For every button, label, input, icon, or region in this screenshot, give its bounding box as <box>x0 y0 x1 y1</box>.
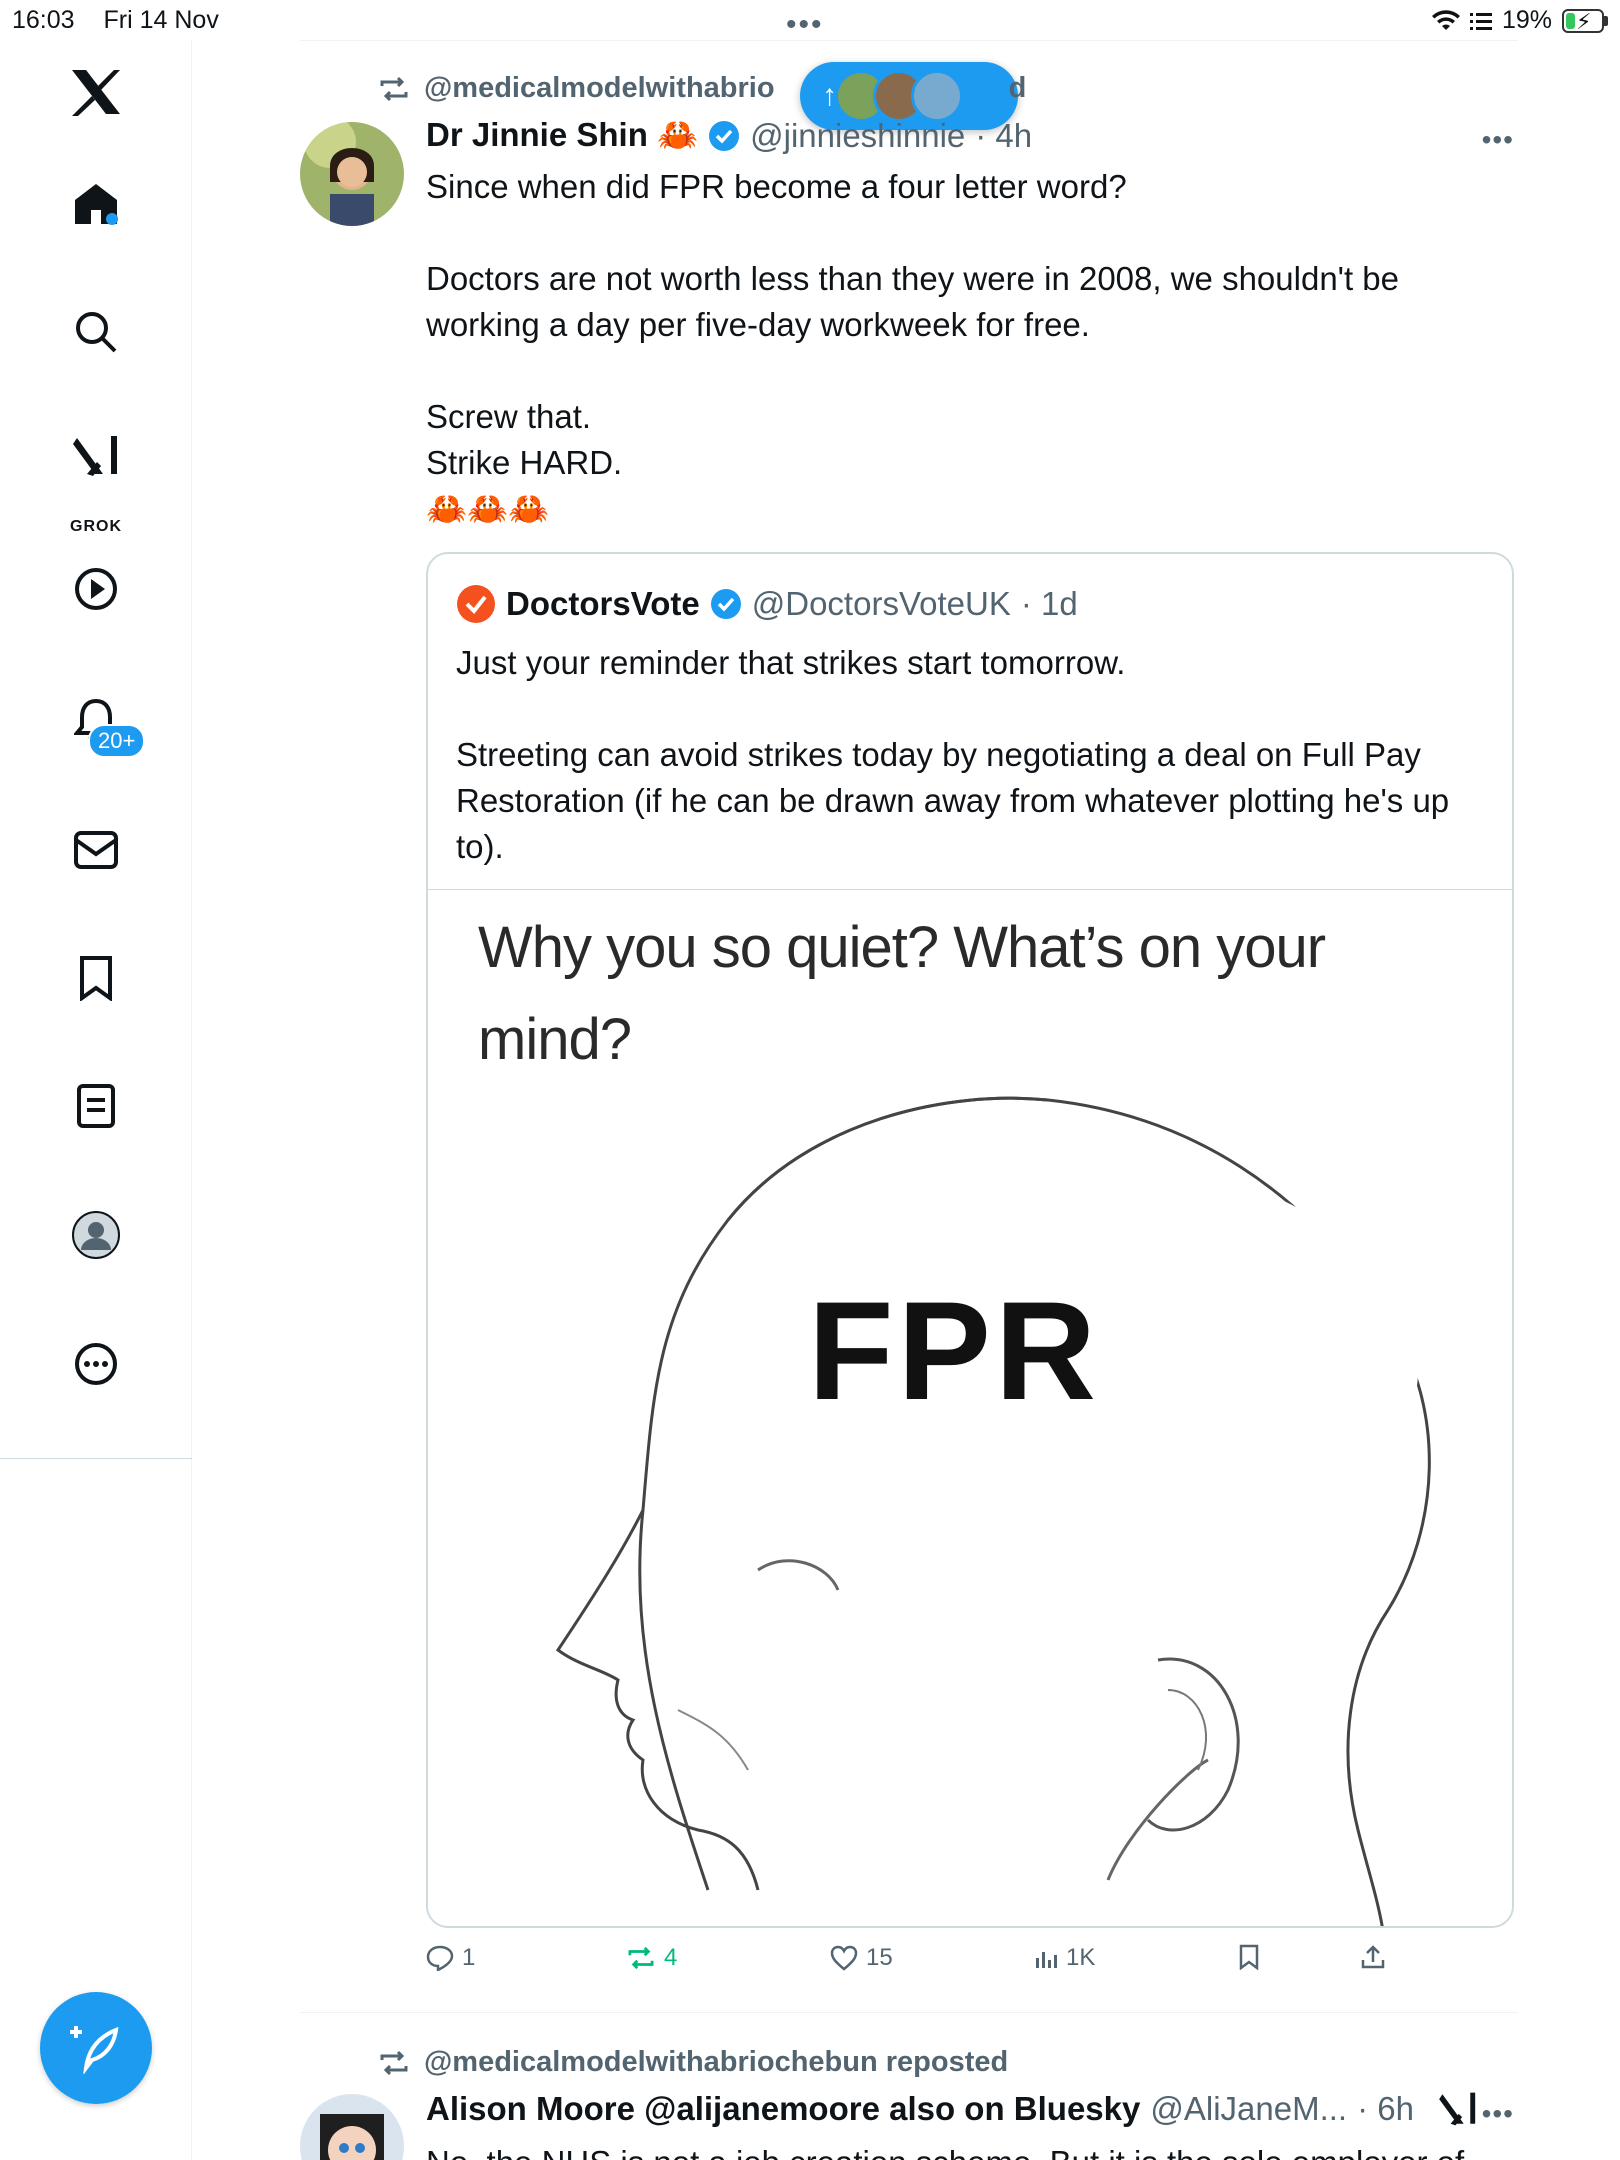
repost-button[interactable]: 4 <box>626 1944 677 1972</box>
post-more-icon[interactable]: ••• <box>1482 2098 1514 2130</box>
lists-icon[interactable] <box>68 1078 124 1134</box>
post-action-bar: 1 4 15 1K <box>426 1944 1426 1984</box>
repost-indicator: @medicalmodelwithabrio d <box>378 72 1026 105</box>
previous-post-more-icon: ••• <box>786 8 824 41</box>
bookmark-icon <box>1239 1944 1259 1970</box>
views-button[interactable]: 1K <box>1034 1944 1095 1972</box>
author-handle[interactable]: @jinnieshinnie <box>750 117 965 155</box>
repost-icon <box>380 76 408 101</box>
author-avatar[interactable] <box>300 2094 404 2160</box>
orientation-lock-icon <box>1469 12 1492 30</box>
quote-meme-image[interactable]: Why you so quiet? What’s on your mind? F… <box>428 889 1512 1926</box>
like-button[interactable]: 15 <box>830 1944 893 1972</box>
quote-time: · 1d <box>1020 585 1078 622</box>
grok-icon[interactable] <box>1438 2091 1478 2127</box>
quote-handle: @DoctorsVoteUK <box>751 585 1011 622</box>
status-time: 16:03 <box>12 6 75 34</box>
post-time[interactable]: · 6h <box>1357 2090 1414 2128</box>
share-icon <box>1361 1945 1385 1969</box>
post-time[interactable]: · 4h <box>975 117 1032 155</box>
reply-button[interactable]: 1 <box>426 1944 475 1972</box>
author-avatar[interactable] <box>300 122 404 226</box>
post-more-icon[interactable]: ••• <box>1482 124 1514 156</box>
profile-avatar-icon[interactable] <box>68 1207 124 1263</box>
video-icon[interactable] <box>68 561 124 617</box>
heart-icon <box>830 1945 858 1971</box>
author-name[interactable]: Dr Jinnie Shin 🦀 <box>426 116 698 155</box>
repost-icon <box>628 1946 654 1970</box>
doctorsvote-avatar-icon <box>457 585 495 623</box>
compose-post-button[interactable] <box>40 1992 152 2104</box>
verified-badge-icon <box>710 589 741 619</box>
repost-indicator: @medicalmodelwithabriochebun reposted <box>378 2046 1008 2079</box>
bookmarks-icon[interactable] <box>68 950 124 1006</box>
grok-icon[interactable] <box>68 428 124 484</box>
share-button[interactable] <box>1360 1944 1386 1970</box>
author-name[interactable]: Alison Moore @alijanemoore also on Blues… <box>426 2090 1140 2128</box>
post-text: No, the NHS is not a job creation scheme… <box>426 2140 1486 2160</box>
bookmark-button[interactable] <box>1238 1944 1260 1970</box>
grok-label: GROK <box>70 518 122 535</box>
sidebar: GROK 20+ <box>0 40 192 2160</box>
quoted-post[interactable]: DoctorsVote @DoctorsVoteUK · 1d Just you… <box>426 552 1514 1928</box>
author-handle[interactable]: @AliJaneM... <box>1150 2090 1347 2128</box>
battery-icon: ⚡ <box>1562 8 1608 34</box>
reply-count: 1 <box>462 1944 476 1971</box>
reply-icon <box>426 1945 454 1971</box>
repost-label: @medicalmodelwithabrio <box>424 72 775 104</box>
compose-feather-icon <box>70 2026 119 2074</box>
battery-percent: 19% <box>1501 6 1552 34</box>
view-count: 1K <box>1066 1944 1096 1971</box>
notifications-badge: 20+ <box>88 724 146 758</box>
x-logo-icon[interactable] <box>68 64 124 120</box>
more-options-icon[interactable] <box>68 1336 124 1392</box>
like-count: 15 <box>866 1944 893 1971</box>
meme-word: FPR <box>808 1272 1100 1429</box>
status-date: Fri 14 Nov <box>103 6 219 34</box>
messages-icon[interactable] <box>68 822 124 878</box>
views-chart-icon <box>1036 1952 1057 1968</box>
wifi-icon <box>1431 9 1460 30</box>
home-unread-dot <box>106 213 118 225</box>
repost-label: @medicalmodelwithabriochebun reposted <box>424 2046 1009 2078</box>
repost-count: 4 <box>664 1944 678 1971</box>
repost-icon <box>380 2050 408 2075</box>
post-text: Since when did FPR become a four letter … <box>426 168 1400 527</box>
quote-author-name: DoctorsVote <box>506 585 700 622</box>
quote-text: Just your reminder that strikes start to… <box>456 644 1450 865</box>
search-icon[interactable] <box>68 304 124 360</box>
repost-label-tail: d <box>1008 72 1027 104</box>
verified-badge-icon <box>709 120 740 151</box>
